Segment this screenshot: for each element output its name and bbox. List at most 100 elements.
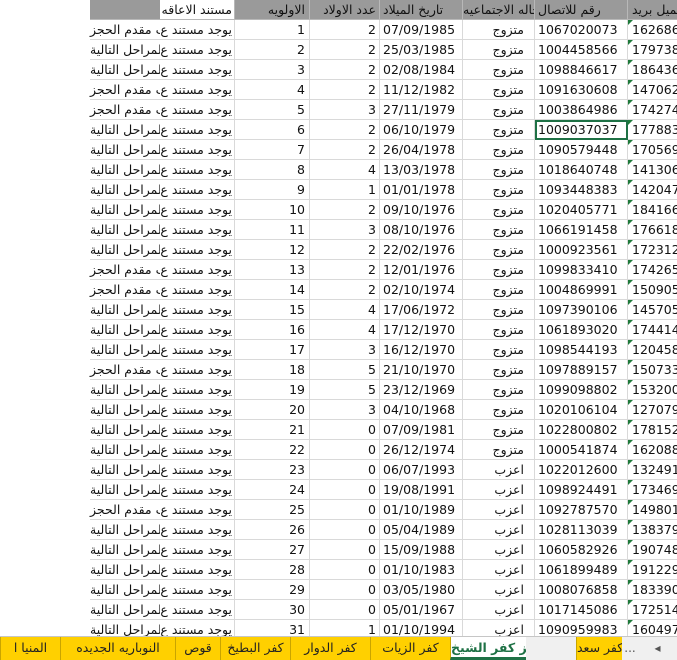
sheet-tab[interactable]: النوباريه الجديده: [60, 637, 175, 660]
cell-awlad[interactable]: 0: [310, 500, 380, 520]
cell-mustanad[interactable]: يوجد مستند ع: [160, 320, 235, 340]
cell-milad[interactable]: 07/09/1985: [380, 20, 463, 40]
cell-milad[interactable]: 02/08/1984: [380, 60, 463, 80]
cell-mustanad[interactable]: يوجد مستند ع: [160, 220, 235, 240]
cell-awlad[interactable]: 0: [310, 460, 380, 480]
cell-hala[interactable]: اعزب: [463, 520, 535, 540]
cell-awl[interactable]: 4: [235, 80, 310, 100]
cell-hala[interactable]: متزوج: [463, 280, 535, 300]
cell-milad[interactable]: 17/12/1970: [380, 320, 463, 340]
cell-mustanad[interactable]: يوجد مستند ع: [160, 100, 235, 120]
cell-awl[interactable]: 14: [235, 280, 310, 300]
sheet-tab[interactable]: المنيا ا: [0, 637, 60, 660]
cell-hala[interactable]: متزوج: [463, 340, 535, 360]
cell-mustanad[interactable]: يوجد مستند ع: [160, 600, 235, 620]
cell-barid[interactable]: 174265: [628, 260, 677, 280]
cell-hala[interactable]: متزوج: [463, 160, 535, 180]
cell-barid[interactable]: 149801: [628, 500, 677, 520]
cell-hala[interactable]: متزوج: [463, 40, 535, 60]
cell-hala[interactable]: متزوج: [463, 260, 535, 280]
cell-hala[interactable]: متزوج: [463, 360, 535, 380]
cell-awl[interactable]: 19: [235, 380, 310, 400]
header-raqm[interactable]: رقم للاتصال: [535, 0, 628, 20]
cell-raqm[interactable]: 1067020073: [535, 20, 628, 40]
cell-barid[interactable]: 162088: [628, 440, 677, 460]
cell-mustanad[interactable]: يوجد مستند ع: [160, 540, 235, 560]
cell-mustanad[interactable]: يوجد مستند ع: [160, 60, 235, 80]
cell-awlad[interactable]: 2: [310, 260, 380, 280]
cell-raqm[interactable]: 1099833410: [535, 260, 628, 280]
cell-awl[interactable]: 9: [235, 180, 310, 200]
cell-talab[interactable]: سحب مقدم الحجز: [90, 100, 186, 120]
cell-milad[interactable]: 01/10/1989: [380, 500, 463, 520]
cell-hala[interactable]: متزوج: [463, 220, 535, 240]
cell-milad[interactable]: 04/10/1968: [380, 400, 463, 420]
cell-awlad[interactable]: 0: [310, 560, 380, 580]
cell-awl[interactable]: 25: [235, 500, 310, 520]
cell-talab[interactable]: المراحل التالية: [90, 120, 165, 140]
cell-milad[interactable]: 11/12/1982: [380, 80, 463, 100]
cell-awlad[interactable]: 0: [310, 420, 380, 440]
cell-awlad[interactable]: 5: [310, 380, 380, 400]
cell-milad[interactable]: 01/10/1994: [380, 620, 463, 636]
cell-talab[interactable]: المراحل التالية: [90, 200, 165, 220]
cell-talab[interactable]: المراحل التالية: [90, 620, 165, 636]
cell-awlad[interactable]: 2: [310, 200, 380, 220]
cell-hala[interactable]: متزوج: [463, 100, 535, 120]
cell-talab[interactable]: المراحل التالية: [90, 320, 165, 340]
cell-awl[interactable]: 21: [235, 420, 310, 440]
cell-awlad[interactable]: 2: [310, 40, 380, 60]
cell-barid[interactable]: 150733: [628, 360, 677, 380]
cell-barid[interactable]: 178152: [628, 420, 677, 440]
cell-raqm[interactable]: 1017145086: [535, 600, 628, 620]
cell-talab[interactable]: سحب مقدم الحجز: [90, 80, 186, 100]
cell-talab[interactable]: المراحل التالية: [90, 420, 165, 440]
cell-raqm[interactable]: 1093448383: [535, 180, 628, 200]
sheet-tab[interactable]: قوص: [175, 637, 220, 660]
cell-talab[interactable]: سحب مقدم الحجز: [90, 260, 186, 280]
header-barid[interactable]: إيميل بريد: [628, 0, 677, 20]
cell-milad[interactable]: 07/09/1981: [380, 420, 463, 440]
cell-raqm[interactable]: 1008076858: [535, 580, 628, 600]
cell-barid[interactable]: 184166: [628, 200, 677, 220]
sheet-tab[interactable]: كفر الدوار: [290, 637, 370, 660]
cell-hala[interactable]: متزوج: [463, 120, 535, 140]
cell-barid[interactable]: 174414: [628, 320, 677, 340]
cell-mustanad[interactable]: يوجد مستند ع: [160, 80, 235, 100]
cell-awlad[interactable]: 2: [310, 280, 380, 300]
cell-raqm[interactable]: 1099098802: [535, 380, 628, 400]
cell-barid[interactable]: 141306: [628, 160, 677, 180]
cell-raqm[interactable]: 1009037037: [535, 120, 628, 140]
cell-raqm[interactable]: 1020106104: [535, 400, 628, 420]
cell-awl[interactable]: 31: [235, 620, 310, 636]
cell-mustanad[interactable]: يوجد مستند ع: [160, 520, 235, 540]
cell-awl[interactable]: 5: [235, 100, 310, 120]
sheet-tab[interactable]: كفر الزيات: [370, 637, 450, 660]
cell-barid[interactable]: 183390: [628, 580, 677, 600]
cell-raqm[interactable]: 1003864986: [535, 100, 628, 120]
spreadsheet-grid[interactable]: طلب العميل مستند الاعاقه الاولويه عدد ال…: [0, 0, 677, 636]
cell-awl[interactable]: 22: [235, 440, 310, 460]
cell-mustanad[interactable]: يوجد مستند ع: [160, 360, 235, 380]
sheet-tab[interactable]: مركز كفر الشيخ: [450, 637, 526, 660]
cell-milad[interactable]: 01/10/1983: [380, 560, 463, 580]
cell-mustanad[interactable]: يوجد مستند ع: [160, 120, 235, 140]
cell-hala[interactable]: متزوج: [463, 300, 535, 320]
cell-talab[interactable]: المراحل التالية: [90, 340, 165, 360]
cell-talab[interactable]: المراحل التالية: [90, 160, 165, 180]
sheet-tab[interactable]: كفر البطيخ: [220, 637, 290, 660]
cell-awlad[interactable]: 3: [310, 100, 380, 120]
cell-talab[interactable]: المراحل التالية: [90, 440, 165, 460]
cell-mustanad[interactable]: يوجد مستند ع: [160, 340, 235, 360]
cell-awl[interactable]: 7: [235, 140, 310, 160]
cell-mustanad[interactable]: يوجد مستند ع: [160, 460, 235, 480]
cell-barid[interactable]: 176618: [628, 220, 677, 240]
cell-barid[interactable]: 190748: [628, 540, 677, 560]
cell-hala[interactable]: اعزب: [463, 600, 535, 620]
cell-talab[interactable]: سحب مقدم الحجز: [90, 20, 186, 40]
cell-awlad[interactable]: 3: [310, 400, 380, 420]
cell-awlad[interactable]: 3: [310, 340, 380, 360]
cell-milad[interactable]: 15/09/1988: [380, 540, 463, 560]
cell-awlad[interactable]: 1: [310, 620, 380, 636]
header-milad[interactable]: تاريخ الميلاد: [380, 0, 463, 20]
